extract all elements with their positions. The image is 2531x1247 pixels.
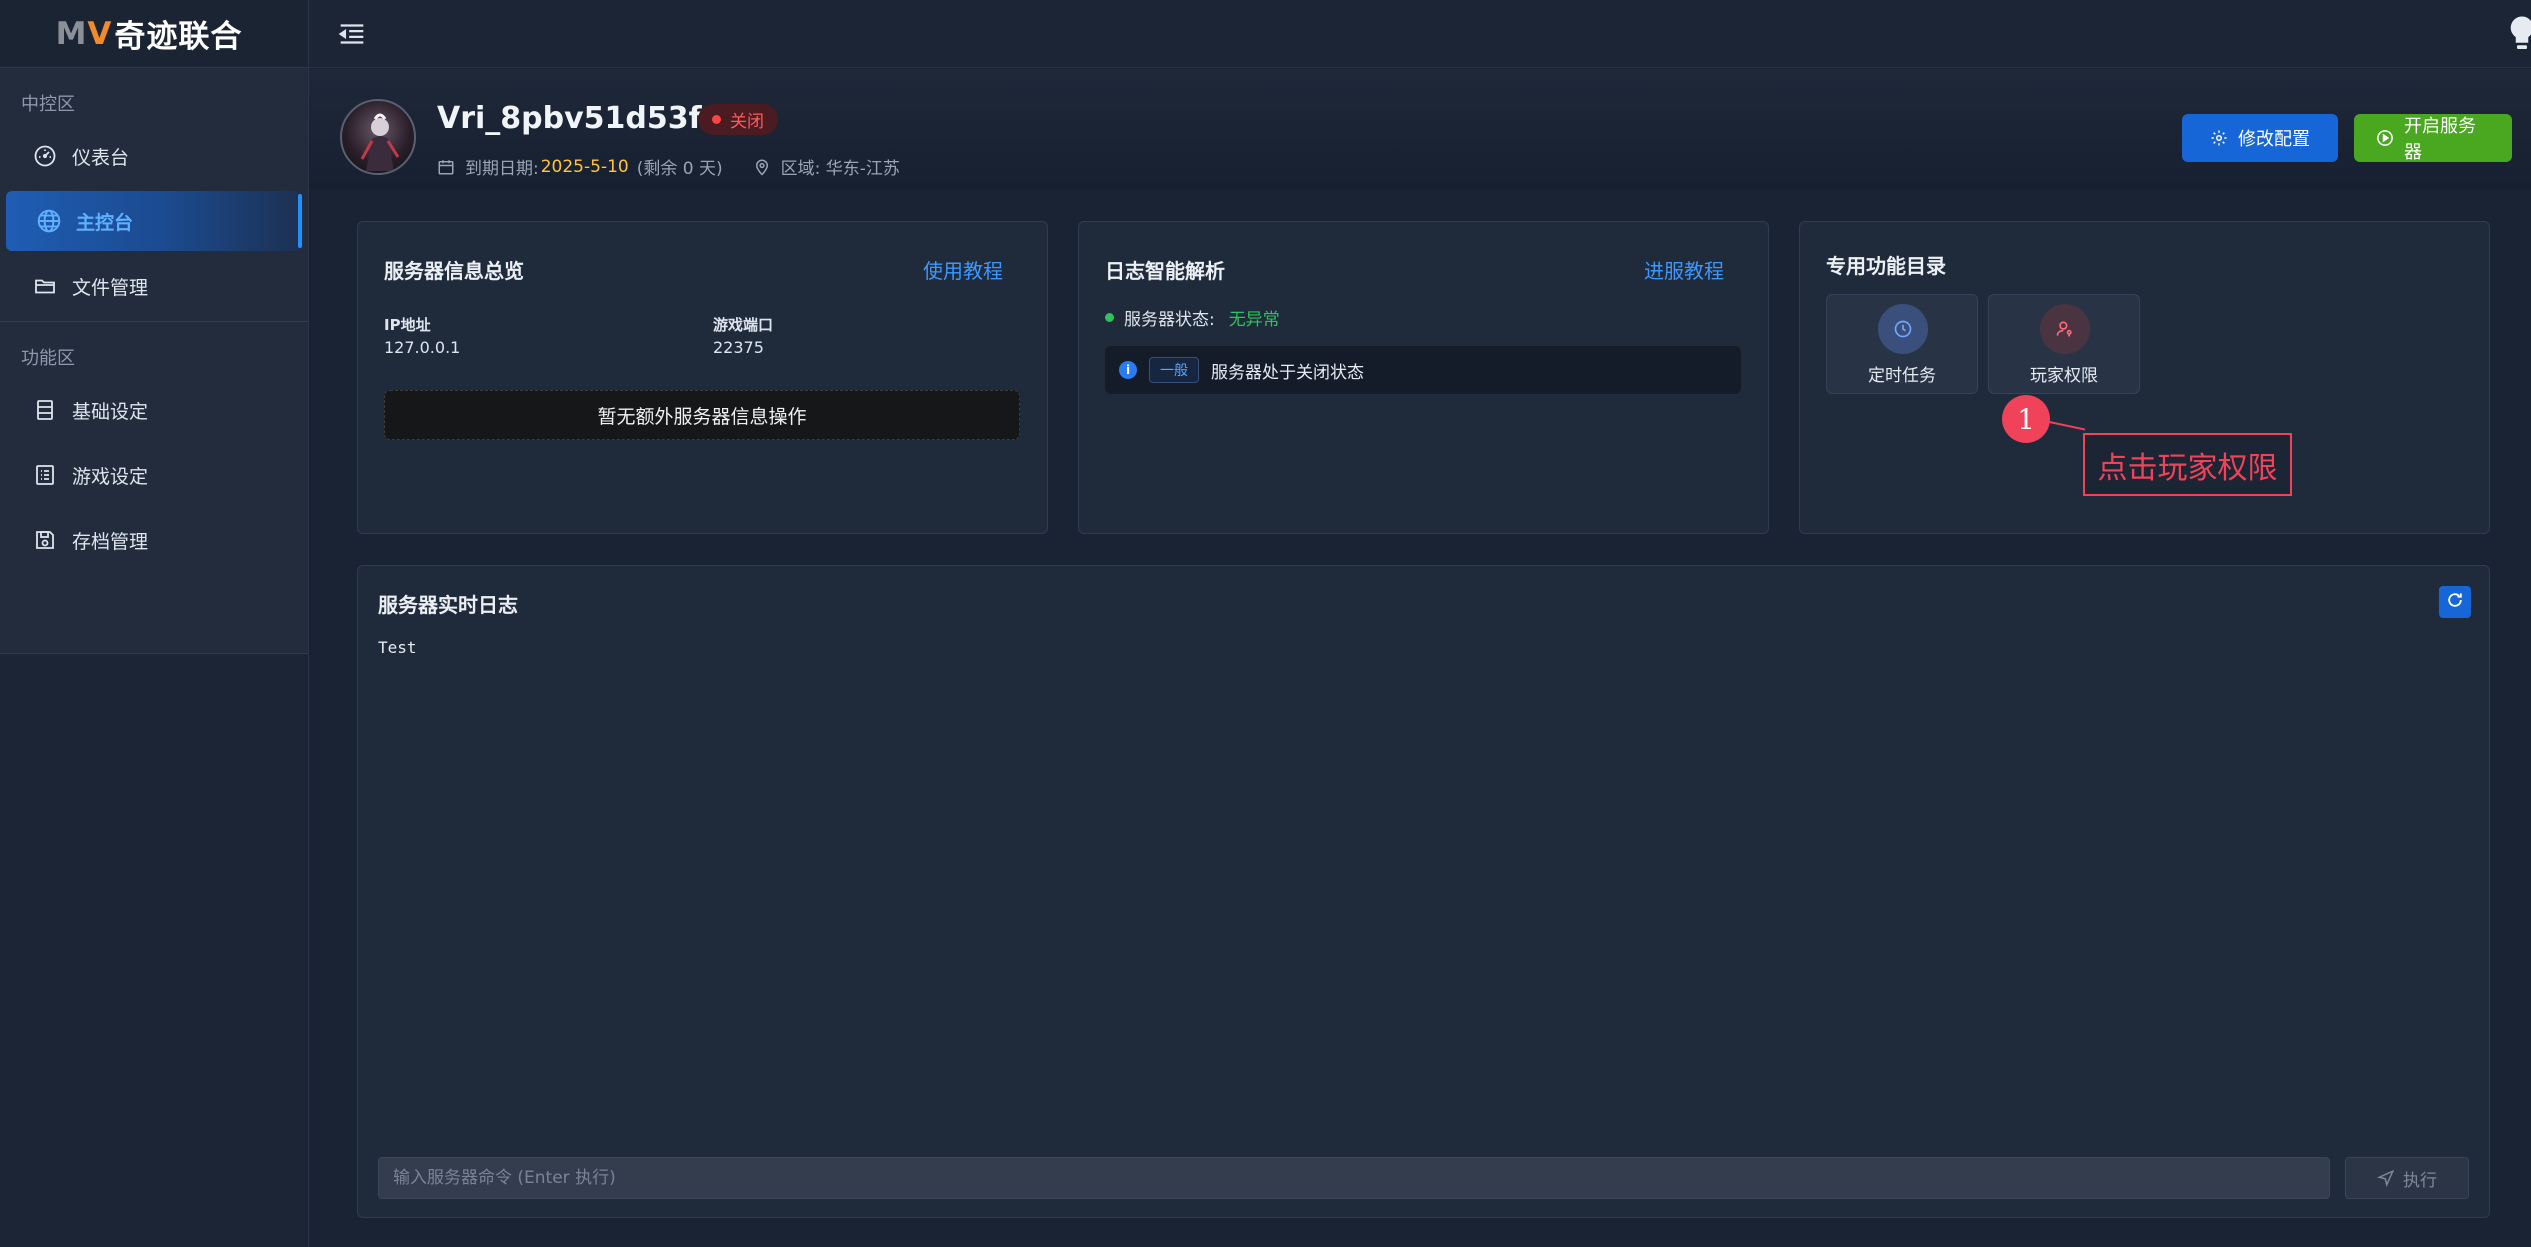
send-icon [2376,1169,2395,1188]
info-icon: i [1119,361,1137,379]
user-key-icon [2040,304,2090,354]
lightbulb-icon[interactable] [2507,14,2531,54]
command-input[interactable] [378,1157,2330,1199]
server-info-title: 服务器信息总览 [384,259,524,283]
port-value: 22375 [713,338,764,357]
sidebar-item-basic-settings[interactable]: 基础设定 [6,380,302,440]
server-status-line: 服务器状态: 无异常 [1105,305,1280,330]
sidebar-item-save-manager[interactable]: 存档管理 [6,510,302,570]
scheduled-task-tile[interactable]: 定时任务 [1826,294,1978,394]
sidebar-item-label: 仪表台 [72,146,130,169]
sidebar-item-label: 主控台 [76,211,134,234]
section-label-features: 功能区 [21,348,75,369]
sidebar-item-label: 存档管理 [72,530,149,553]
empty-ops-bar: 暂无额外服务器信息操作 [384,390,1020,440]
clock-icon [1878,304,1928,354]
sidebar-item-label: 游戏设定 [72,465,149,488]
join-tutorial-link[interactable]: 进服教程 [1644,255,1724,284]
dashboard-icon [32,143,58,169]
save-icon [32,527,58,553]
gear-icon [2210,129,2228,147]
sidebar-item-dashboard[interactable]: 仪表台 [6,126,302,186]
logo-letter-v: V [87,15,113,52]
server-status-value: 无异常 [1228,310,1280,330]
server-name: Vri_8pbv51d53fw [437,101,730,136]
sidebar-item-game-settings[interactable]: 游戏设定 [6,445,302,505]
sidebar-item-label: 基础设定 [72,400,149,423]
log-entry-message: 服务器处于关闭状态 [1211,362,1364,383]
location-pin-icon [753,158,771,176]
status-badge: 关闭 [698,104,778,135]
list-icon [32,462,58,488]
region-info: 区域: 华东-江苏 [753,154,900,179]
top-bar [309,0,2531,68]
sidebar-item-label: 文件管理 [72,276,149,299]
annotation-callout: 点击玩家权限 [2083,433,2292,496]
logo-letter-m: M [55,15,88,52]
calendar-icon [437,158,455,176]
ok-dot-icon [1105,313,1114,322]
edit-config-label: 修改配置 [2238,129,2310,150]
remaining-days: (剩余 0 天) [636,159,723,179]
section-label-control: 中控区 [21,94,75,115]
refresh-button[interactable] [2439,586,2471,618]
start-server-button[interactable]: 开启服务器 [2354,114,2512,163]
status-dot-icon [712,115,721,124]
tutorial-link[interactable]: 使用教程 [923,255,1003,284]
status-text: 关闭 [730,112,764,132]
region-text: 区域: 华东-江苏 [780,159,900,179]
log-level-tag: 一般 [1149,357,1199,383]
port-label: 游戏端口 [713,316,774,334]
player-permissions-label: 玩家权限 [2030,366,2098,386]
log-entry: i 一般 服务器处于关闭状态 [1105,346,1741,394]
log-analysis-card: 日志智能解析 进服教程 服务器状态: 无异常 i 一般 服务器处于关闭状态 [1078,221,1769,534]
log-analysis-title: 日志智能解析 [1105,259,1225,283]
scheduled-task-label: 定时任务 [1868,366,1936,386]
expire-label: 到期日期: [465,159,539,179]
folder-icon [32,273,58,299]
sidebar-item-main-console[interactable]: 主控台 [6,191,302,251]
ip-value: 127.0.0.1 [384,338,461,357]
execute-label: 执行 [2403,1170,2437,1191]
play-circle-icon [2376,129,2394,147]
sidebar-nav: 中控区 仪表台 主控台 文件管理 功能区 基础设定 游戏设定 存档管理 [0,68,308,654]
realtime-log-card: 服务器实时日志 Test 执行 [357,565,2490,1218]
expire-date: 2025-5-10 [540,156,629,177]
server-avatar [340,99,416,175]
realtime-log-title: 服务器实时日志 [378,593,518,617]
server-icon [32,397,58,423]
execute-button[interactable]: 执行 [2345,1157,2469,1199]
edit-config-button[interactable]: 修改配置 [2182,114,2338,162]
refresh-icon [2445,590,2465,614]
sidebar-item-file-manager[interactable]: 文件管理 [6,256,302,316]
ip-label: IP地址 [384,316,431,334]
globe-icon [36,208,62,234]
server-header: Vri_8pbv51d53fw 关闭 到期日期: 2025-5-10 (剩余 0… [309,69,2531,190]
logo-bar: M V 奇迹联合 [0,0,308,68]
server-status-label: 服务器状态: [1124,310,1215,330]
sidebar: M V 奇迹联合 中控区 仪表台 主控台 文件管理 功能区 基础设定 游戏设定 … [0,0,309,1247]
log-output: Test [378,638,417,657]
start-server-label: 开启服务器 [2404,116,2476,163]
player-permissions-tile[interactable]: 玩家权限 [1988,294,2140,394]
server-info-card: 服务器信息总览 使用教程 IP地址 127.0.0.1 游戏端口 22375 暂… [357,221,1048,534]
menu-collapse-icon[interactable] [335,17,369,51]
logo-text: 奇迹联合 [114,19,243,55]
server-meta: 到期日期: 2025-5-10 (剩余 0 天) 区域: 华东-江苏 [437,154,900,179]
annotation-number-badge: 1 [2002,395,2050,443]
brand-logo[interactable]: M V 奇迹联合 [56,11,243,56]
functions-title: 专用功能目录 [1826,254,1946,278]
